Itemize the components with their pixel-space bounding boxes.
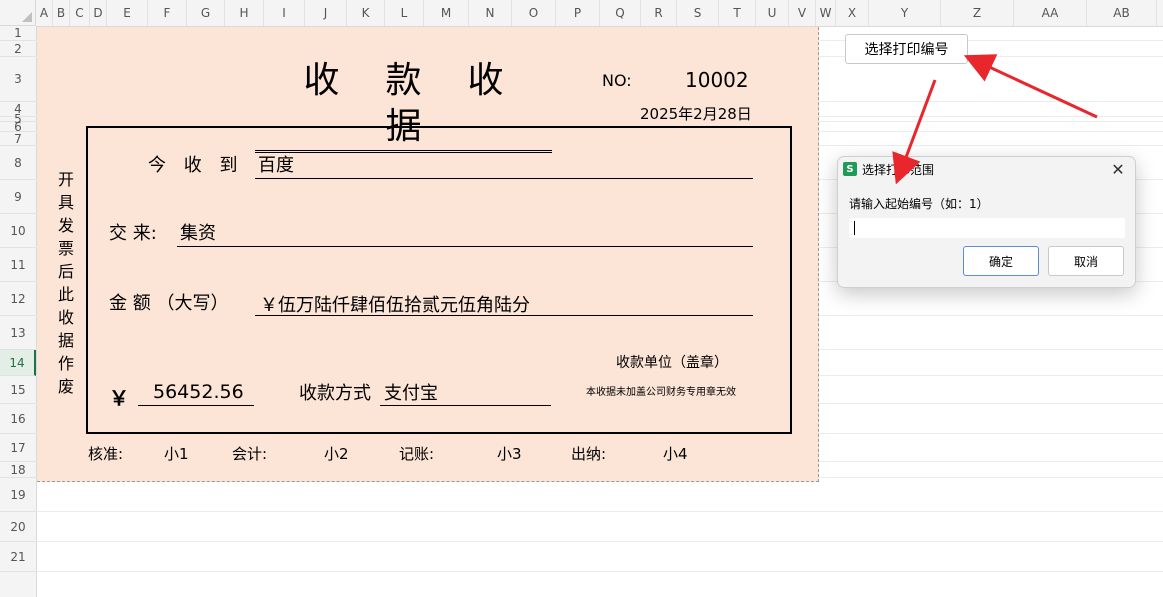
annotation-arrows	[892, 54, 1098, 185]
arrow-to-button	[963, 54, 1098, 119]
arrow-to-dialog	[892, 79, 937, 185]
